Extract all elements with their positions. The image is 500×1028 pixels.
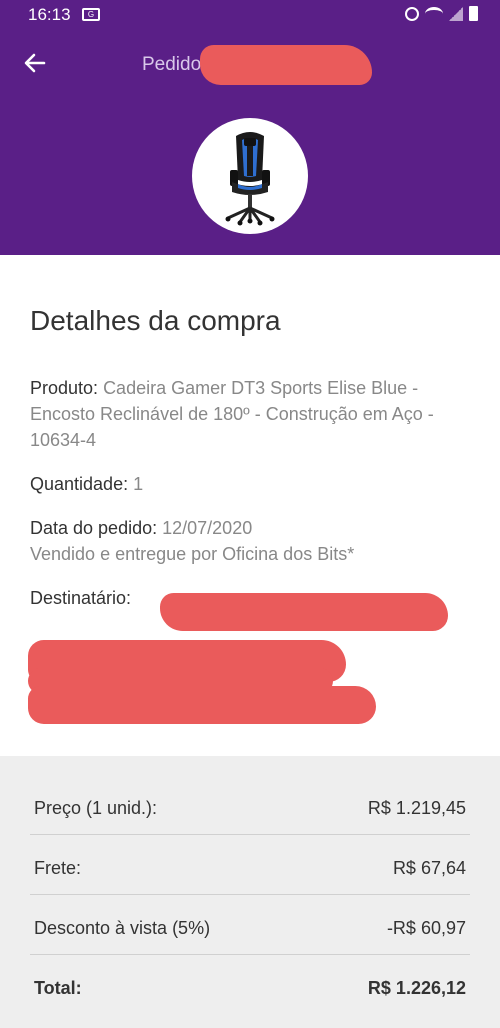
price-label: Preço (1 unid.): — [34, 798, 158, 818]
shipping-label: Frete: — [34, 858, 82, 878]
status-time: 16:13 — [28, 5, 71, 24]
order-date-value: 12/07/2020 — [162, 518, 253, 538]
quantity-value: 1 — [133, 474, 144, 494]
order-header: Pedido — [0, 30, 500, 255]
redaction-overlay — [200, 45, 372, 85]
shipping-row: Frete: R$ 67,64 — [34, 838, 466, 898]
product-label: Produto: — [30, 378, 99, 398]
alarm-icon — [405, 6, 419, 21]
quantity-row: Quantidade: 1 — [30, 471, 475, 497]
discount-label: Desconto à vista (5%) — [34, 918, 211, 938]
battery-icon — [469, 6, 478, 21]
price-value: R$ 1.219,45 — [367, 798, 466, 818]
page-title: Pedido — [142, 54, 202, 75]
price-row: Preço (1 unid.): R$ 1.219,45 — [34, 778, 466, 838]
notification-icon: G — [82, 8, 100, 21]
divider — [30, 894, 470, 895]
shipping-value: R$ 67,64 — [392, 858, 466, 878]
redaction-overlay — [160, 593, 448, 631]
discount-value: -R$ 60,97 — [386, 918, 466, 938]
total-value: R$ 1.226,12 — [367, 978, 466, 998]
seller-info: Vendido e entregue por Oficina dos Bits* — [30, 544, 355, 564]
order-date-label: Data do pedido: — [30, 518, 158, 538]
gaming-chair-icon — [225, 132, 275, 226]
product-row: Produto: Cadeira Gamer DT3 Sports Elise … — [30, 375, 475, 453]
quantity-label: Quantidade: — [30, 474, 129, 494]
arrow-left-icon — [24, 53, 46, 73]
status-bar: 16:13 G — [0, 0, 500, 30]
price-summary: Preço (1 unid.): R$ 1.219,45 Frete: R$ 6… — [0, 756, 500, 1028]
back-button[interactable] — [20, 48, 50, 78]
product-image — [192, 118, 308, 234]
divider — [30, 834, 470, 835]
discount-row: Desconto à vista (5%) -R$ 60,97 — [34, 898, 466, 958]
total-row: Total: R$ 1.226,12 — [34, 958, 466, 1018]
signal-icon — [449, 6, 463, 21]
purchase-details: Detalhes da compra Produto: Cadeira Game… — [30, 305, 475, 629]
recipient-label: Destinatário: — [30, 588, 132, 608]
status-icons — [405, 6, 478, 21]
divider — [30, 954, 470, 955]
order-date-row: Data do pedido: 12/07/2020 Vendido e ent… — [30, 515, 475, 567]
wifi-icon — [425, 6, 443, 21]
redaction-overlay — [28, 686, 376, 724]
total-label: Total: — [34, 978, 82, 998]
section-title: Detalhes da compra — [30, 305, 281, 336]
